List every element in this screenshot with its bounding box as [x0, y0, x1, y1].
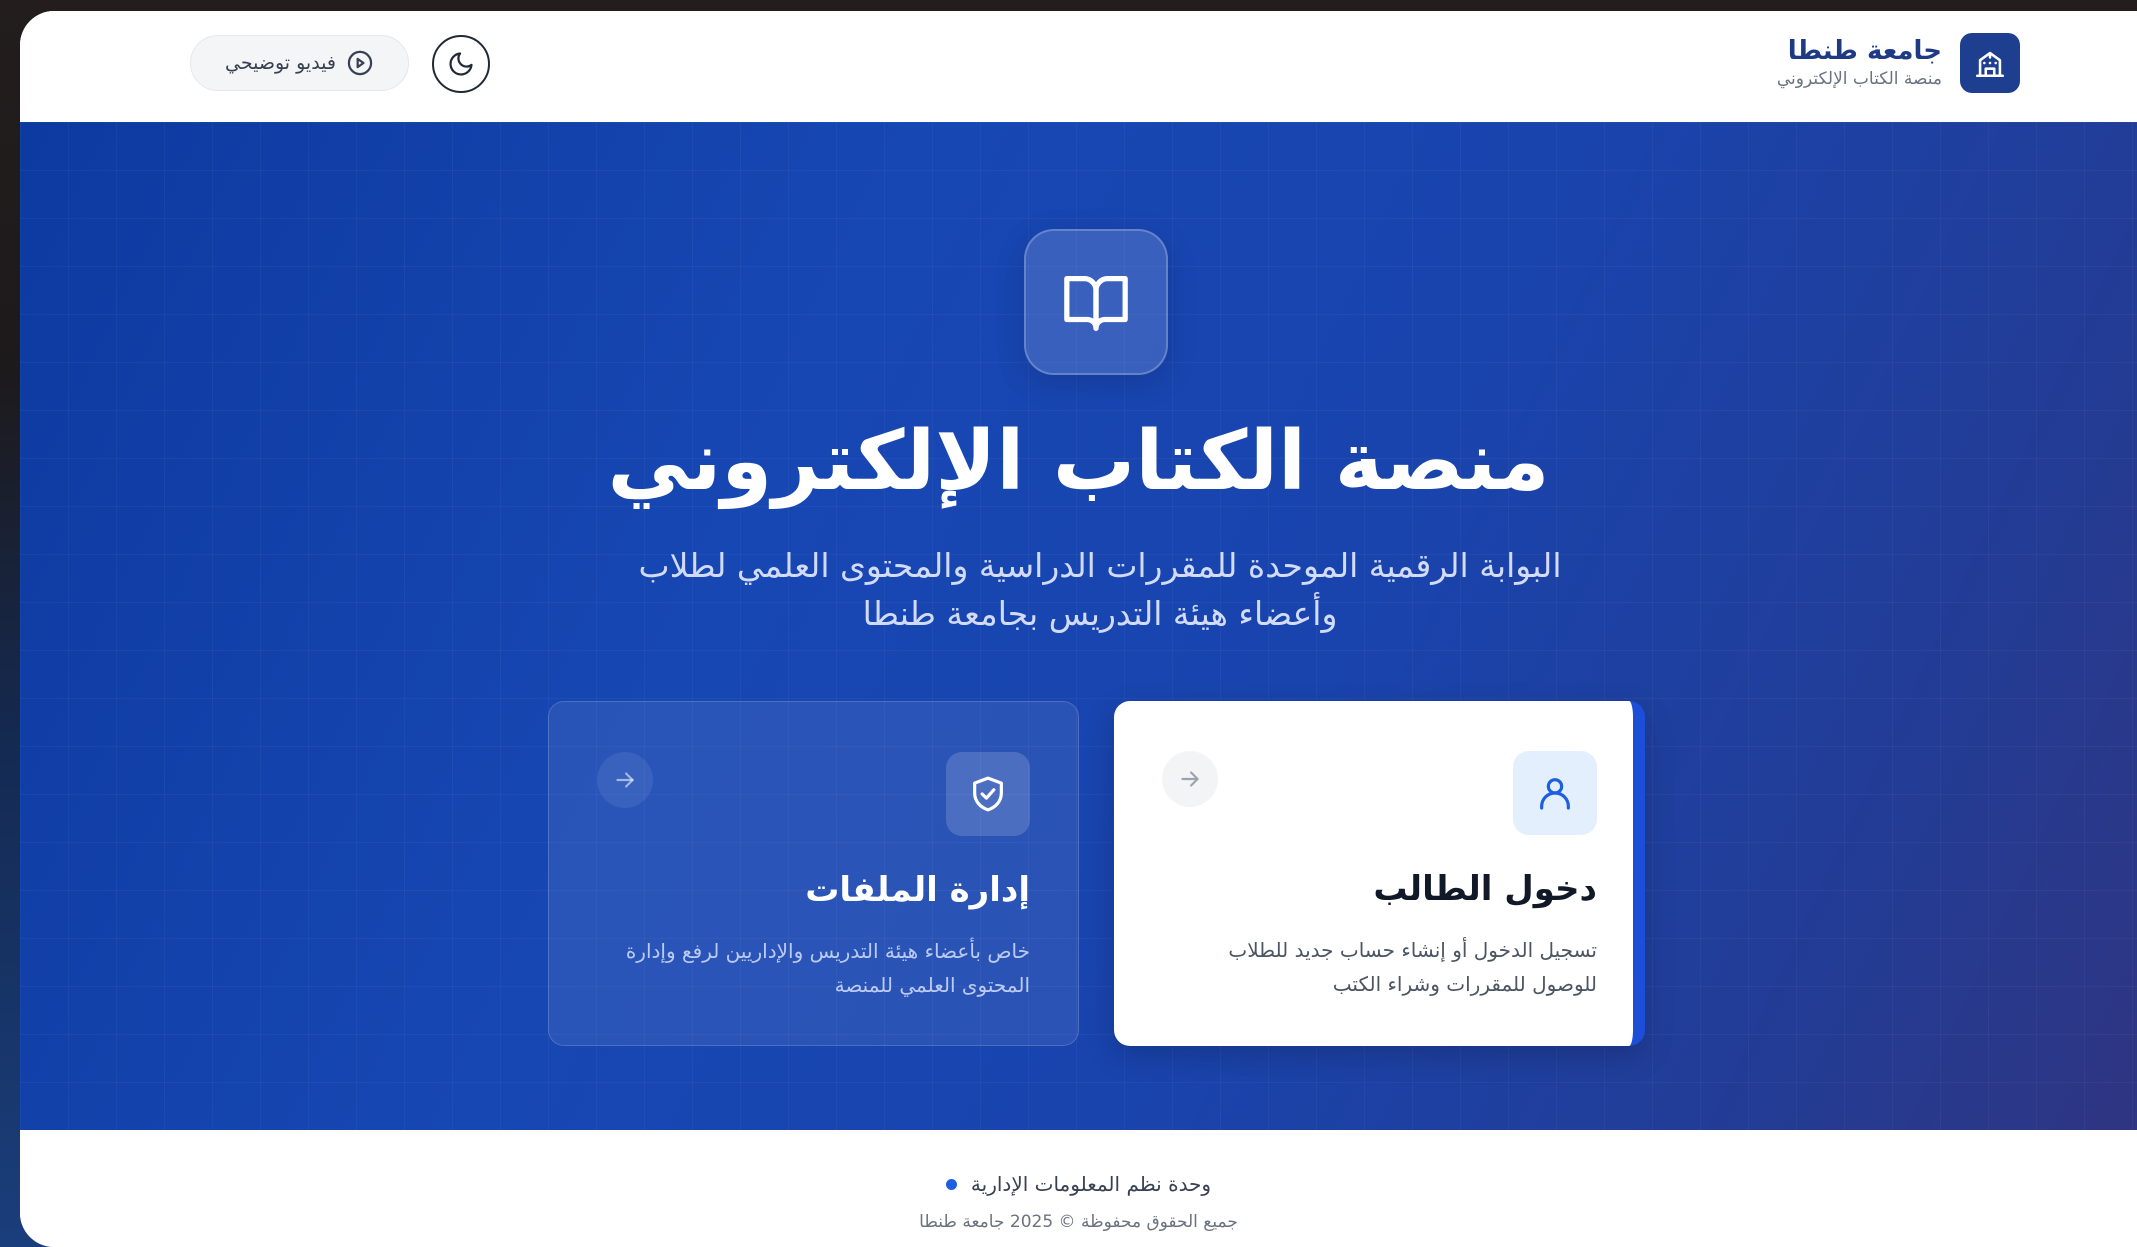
university-building-icon [1960, 33, 2020, 93]
student-card-title: دخول الطالب [1373, 869, 1597, 909]
brand-subtitle: منصة الكتاب الإلكتروني [1776, 69, 1942, 89]
file-management-card[interactable]: إدارة الملفات خاص بأعضاء هيئة التدريس وا… [548, 701, 1079, 1046]
arrow-right-icon [1162, 751, 1218, 807]
footer-unit: وحدة نظم المعلومات الإدارية [20, 1172, 2137, 1196]
footer-dot-icon [945, 1178, 957, 1190]
footer-unit-text: وحدة نظم المعلومات الإدارية [970, 1172, 1212, 1196]
top-header: جامعة طنطا منصة الكتاب الإلكتروني فيديو … [20, 11, 2137, 122]
page-footer: وحدة نظم المعلومات الإدارية جميع الحقوق … [20, 1130, 2137, 1247]
student-login-card[interactable]: دخول الطالب تسجيل الدخول أو إنشاء حساب ج… [1114, 701, 1645, 1046]
page-subtitle: البوابة الرقمية الموحدة للمقررات الدراسي… [638, 546, 1562, 633]
play-circle-icon [347, 50, 373, 76]
video-button-label: فيديو توضيحي [224, 52, 336, 74]
files-card-title: إدارة الملفات [805, 870, 1030, 910]
moon-icon [449, 52, 473, 76]
user-icon [1513, 751, 1597, 835]
page-title: منصة الكتاب الإلكتروني [607, 414, 1550, 509]
hero-badge [1024, 229, 1168, 375]
student-card-description: تسجيل الدخول أو إنشاء حساب جديد للطلاب ل… [1228, 938, 1597, 996]
browser-page: جامعة طنطا منصة الكتاب الإلكتروني فيديو … [20, 11, 2137, 1247]
brand-text: جامعة طنطا منصة الكتاب الإلكتروني [1777, 35, 1942, 91]
video-tutorial-button[interactable]: فيديو توضيحي [190, 35, 409, 91]
brand[interactable]: جامعة طنطا منصة الكتاب الإلكتروني [1777, 33, 2020, 93]
brand-title: جامعة طنطا [1787, 36, 1942, 66]
files-card-description: خاص بأعضاء هيئة التدريس والإداريين لرفع … [625, 939, 1030, 997]
theme-toggle-button[interactable] [432, 35, 490, 93]
arrow-right-icon [597, 752, 653, 808]
open-book-icon [1064, 276, 1128, 331]
shield-check-icon [946, 752, 1030, 836]
hero-section: منصة الكتاب الإلكتروني البوابة الرقمية ا… [20, 122, 2137, 1130]
footer-copyright: جميع الحقوق محفوظة © 2025 جامعة طنطا [919, 1212, 1238, 1232]
